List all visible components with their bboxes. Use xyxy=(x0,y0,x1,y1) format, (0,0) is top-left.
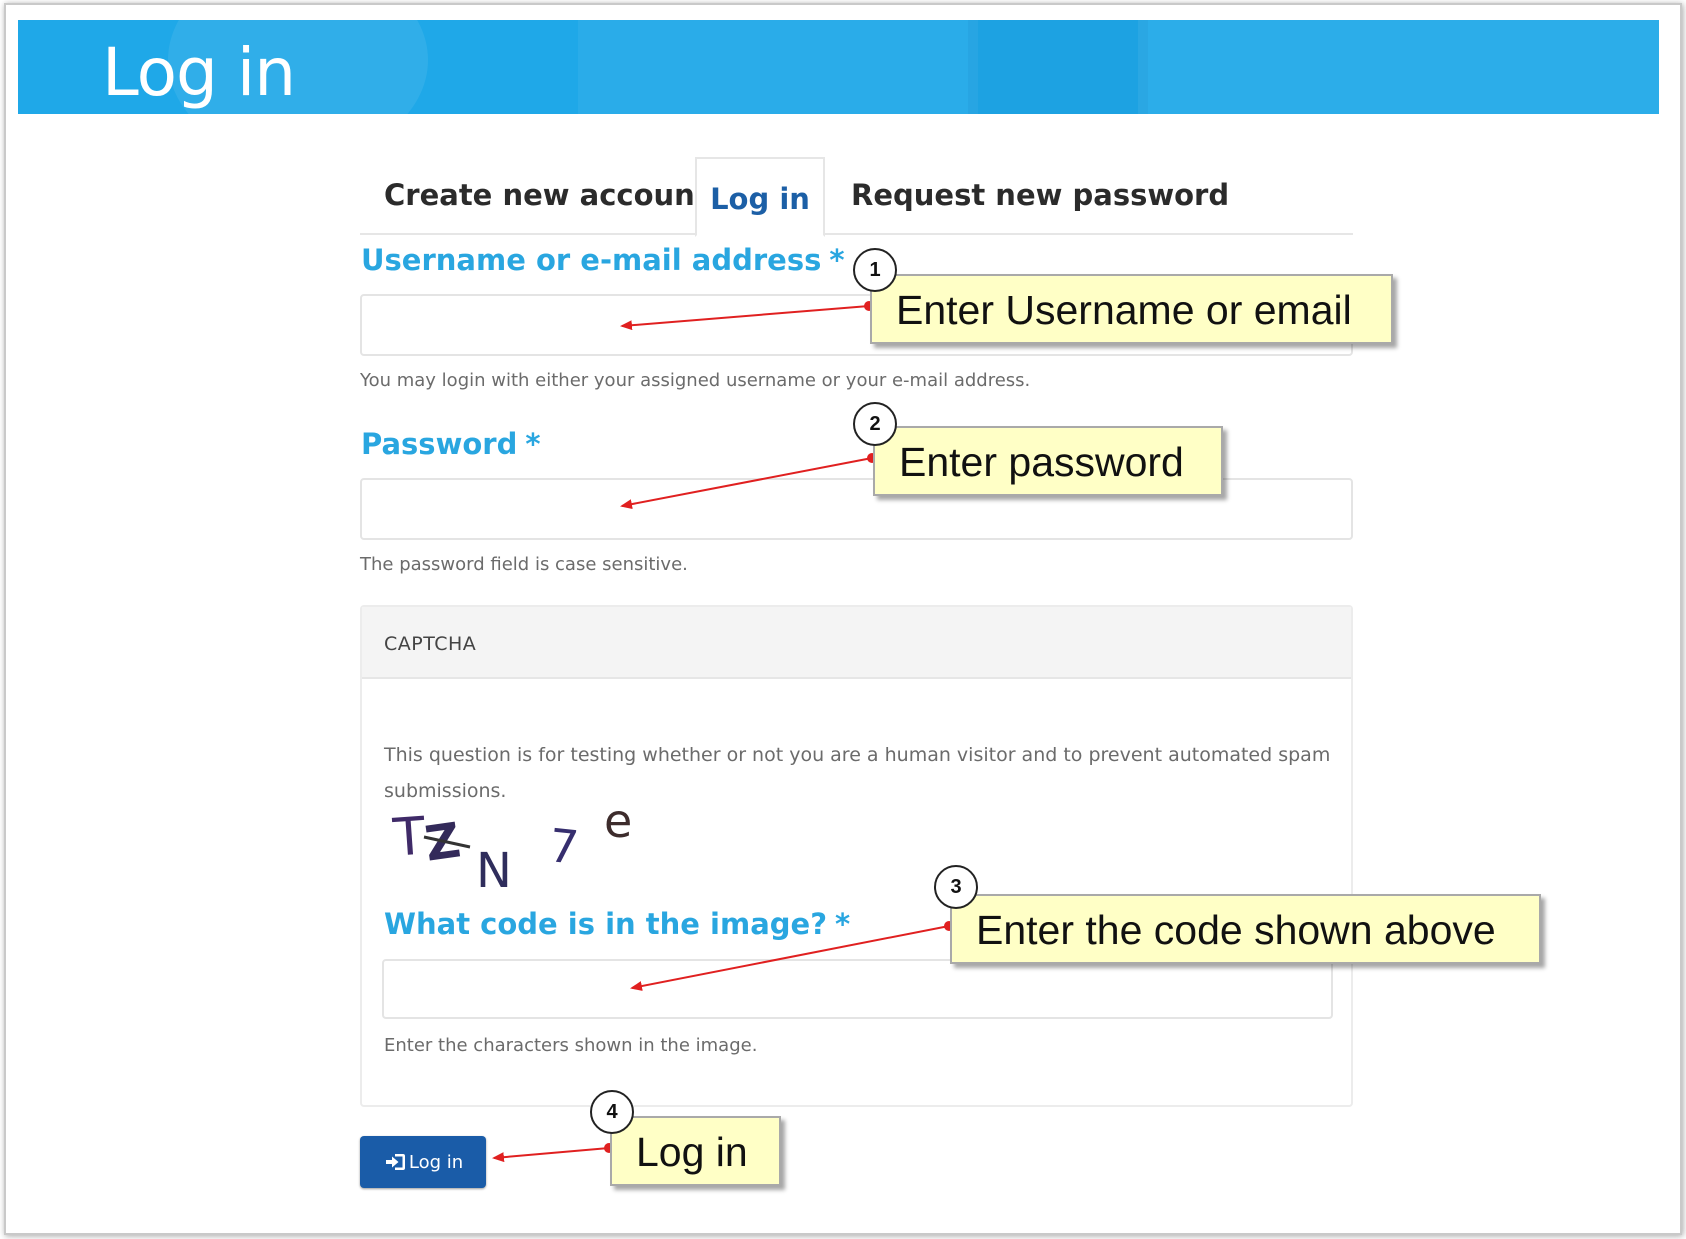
callout-4-number: 4 xyxy=(590,1090,634,1134)
callout-2-text: Enter password xyxy=(899,439,1184,485)
annotation-arrows xyxy=(492,301,954,1163)
callout-3-number: 3 xyxy=(934,865,978,909)
callout-4-text: Log in xyxy=(636,1129,748,1175)
callout-3-text: Enter the code shown above xyxy=(976,907,1496,953)
callout-4: Log in xyxy=(610,1116,781,1186)
callout-3: Enter the code shown above xyxy=(950,894,1541,964)
callout-1-number: 1 xyxy=(853,248,897,292)
callout-1-text: Enter Username or email xyxy=(896,287,1352,333)
arrow-3 xyxy=(630,921,954,991)
arrow-1 xyxy=(620,301,874,331)
arrow-4 xyxy=(492,1143,614,1163)
callout-1: Enter Username or email xyxy=(870,274,1393,344)
arrow-2 xyxy=(620,453,877,510)
callout-2-number: 2 xyxy=(853,402,897,446)
callout-2: Enter password xyxy=(873,426,1223,496)
